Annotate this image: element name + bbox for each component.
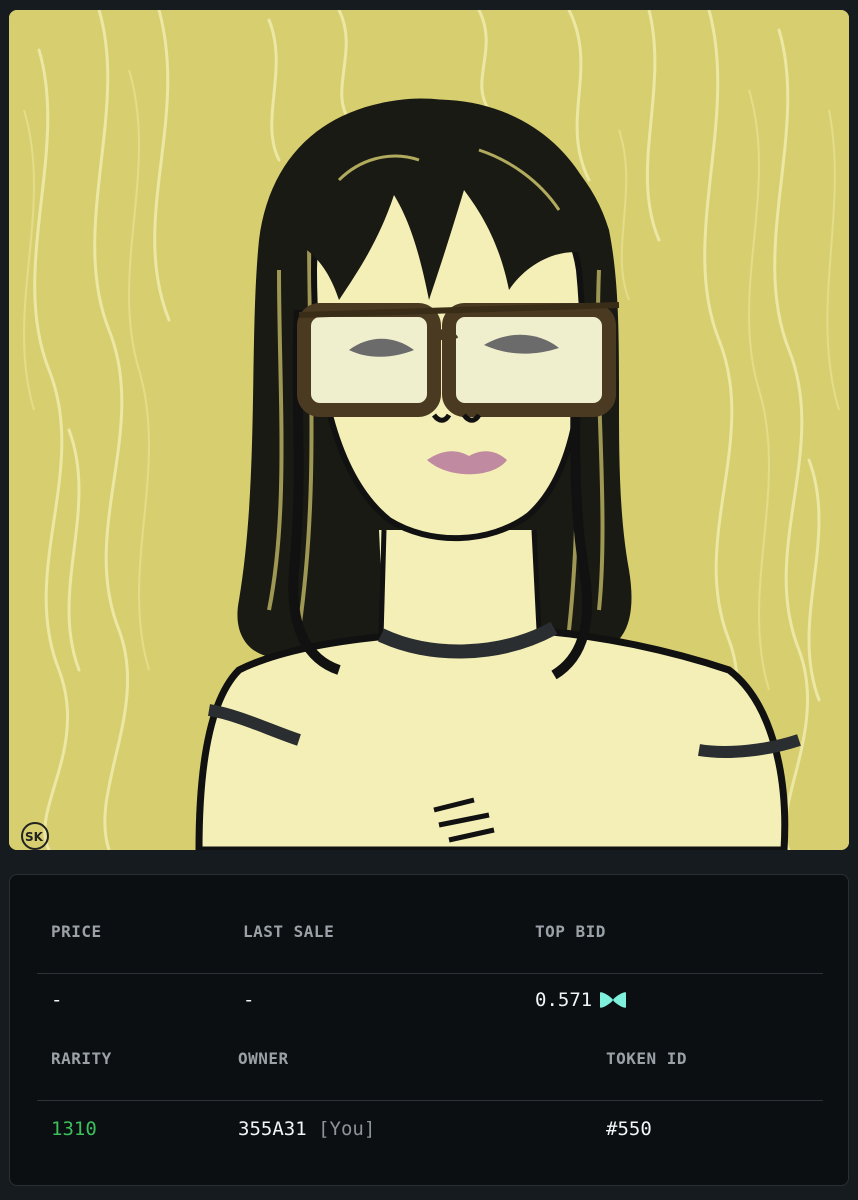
price-label: PRICE: [51, 922, 102, 941]
token-id-label: TOKEN ID: [606, 1049, 688, 1068]
last-sale-value: -: [243, 989, 255, 1011]
owner-you-tag: [You]: [318, 1118, 376, 1140]
price-value: -: [51, 989, 63, 1011]
divider: [37, 1100, 823, 1101]
nft-detail-view: SK PRICE LAST SALE TOP BID - - 0.571 RAR…: [0, 0, 858, 1200]
nft-artwork-image[interactable]: SK: [9, 10, 849, 850]
rarity-value: 1310: [51, 1118, 97, 1140]
portrait-illustration: SK: [9, 10, 849, 850]
last-sale-label: LAST SALE: [243, 922, 335, 941]
rarity-label: RARITY: [51, 1049, 112, 1068]
glasses: [297, 302, 620, 417]
svg-text:SK: SK: [25, 830, 44, 844]
divider: [37, 973, 823, 974]
nft-info-panel: PRICE LAST SALE TOP BID - - 0.571 RARITY…: [9, 874, 849, 1186]
bowtie-currency-icon: [600, 992, 627, 1008]
token-id-value: #550: [606, 1118, 652, 1140]
top-bid-label: TOP BID: [535, 922, 606, 941]
owner-address: 355A31: [238, 1118, 307, 1140]
top-bid-amount: 0.571: [535, 989, 593, 1011]
owner-label: OWNER: [238, 1049, 289, 1068]
owner-value[interactable]: 355A31 [You]: [238, 1118, 375, 1140]
top-bid-value[interactable]: 0.571: [535, 989, 628, 1011]
